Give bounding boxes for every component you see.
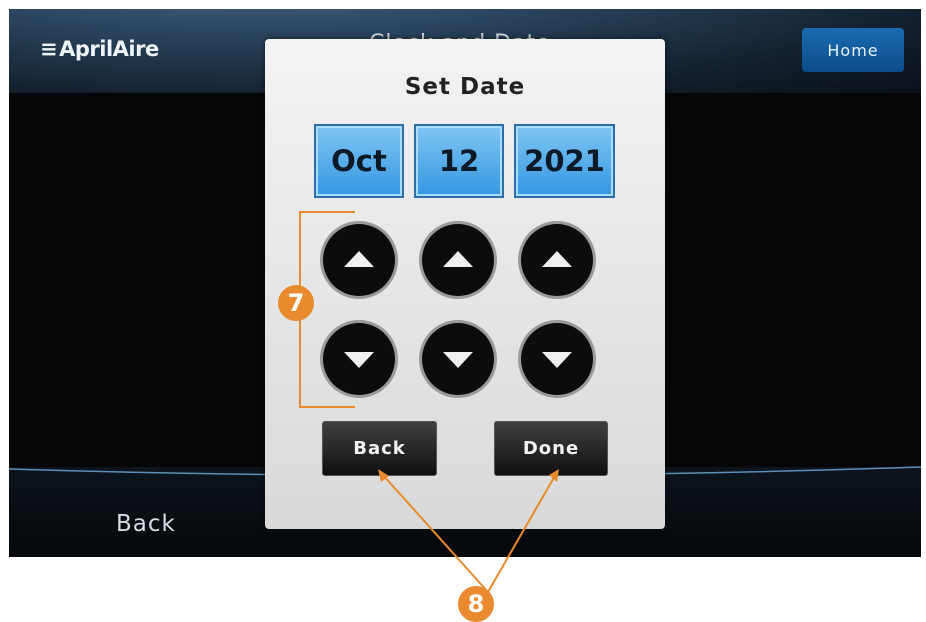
arrowhead-icon (549, 469, 559, 482)
callout-line-done (487, 473, 557, 593)
callout-8: 8 (458, 586, 494, 622)
callout-line-back (381, 473, 489, 593)
callout-7: 7 (278, 285, 314, 321)
annotation-overlay (299, 211, 559, 593)
